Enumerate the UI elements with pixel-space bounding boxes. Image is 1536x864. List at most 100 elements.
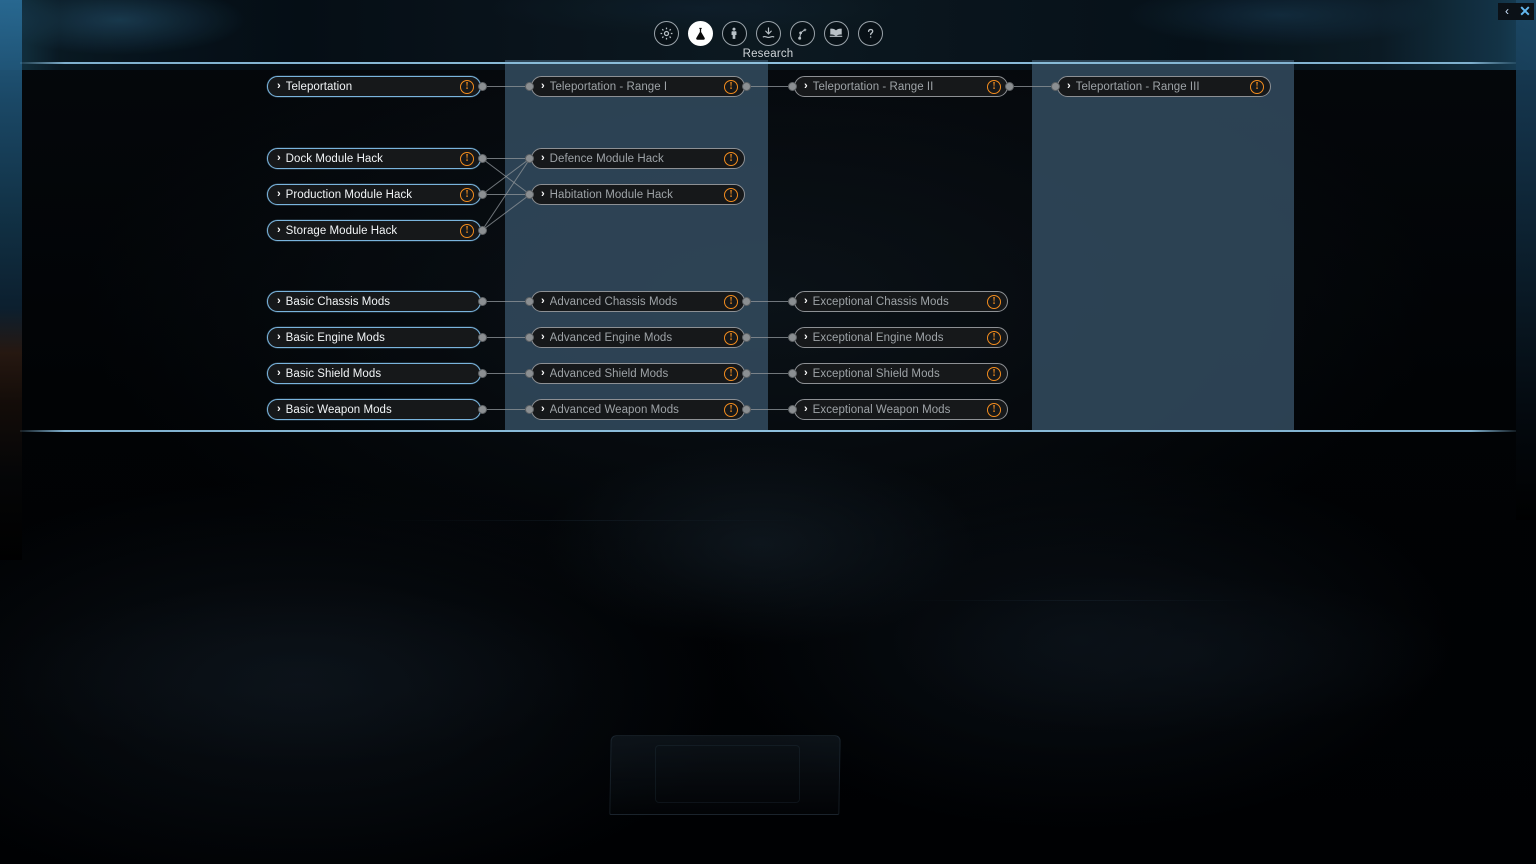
warning-icon[interactable]: ! — [987, 330, 1001, 345]
expand-chevron-icon[interactable]: › — [541, 368, 545, 379]
node-output-port — [478, 404, 487, 414]
warning-icon[interactable]: ! — [460, 79, 474, 94]
tech-node-exceptional-weapon-mods[interactable]: › Exceptional Weapon Mods! — [794, 399, 1008, 420]
expand-chevron-icon[interactable]: › — [1067, 81, 1071, 92]
node-input-port — [1051, 81, 1060, 91]
expand-chevron-icon[interactable]: › — [804, 368, 808, 379]
warning-icon[interactable]: ! — [1250, 79, 1264, 94]
flask-icon[interactable] — [687, 21, 713, 46]
expand-chevron-icon[interactable]: › — [277, 153, 281, 164]
tech-node-teleportation-range-ii[interactable]: › Teleportation - Range II! — [794, 76, 1008, 97]
book-icon[interactable] — [823, 21, 849, 46]
warning-icon[interactable]: ! — [724, 402, 738, 417]
tech-node-habitation-module-hack[interactable]: › Habitation Module Hack! — [531, 184, 745, 205]
research-tree: › Teleportation! › Dock Module Hack! › Produc… — [0, 60, 1536, 432]
warning-icon[interactable]: ! — [987, 366, 1001, 381]
tech-node-exceptional-shield-mods[interactable]: › Exceptional Shield Mods! — [794, 363, 1008, 384]
warning-icon[interactable]: ! — [460, 151, 474, 166]
node-input-port — [525, 81, 534, 91]
close-button[interactable]: ✕ — [1516, 2, 1534, 20]
warning-icon[interactable]: ! — [987, 294, 1001, 309]
expand-chevron-icon[interactable]: › — [277, 296, 281, 307]
warning-icon[interactable]: ! — [460, 223, 474, 238]
starmap-icon[interactable] — [789, 21, 815, 46]
tech-node-label: Basic Shield Mods — [285, 367, 382, 380]
expand-chevron-icon[interactable]: › — [277, 404, 281, 415]
expand-chevron-icon[interactable]: › — [804, 332, 808, 343]
tech-node-label: Advanced Shield Mods — [549, 367, 669, 380]
person-icon[interactable] — [721, 21, 747, 46]
warning-icon[interactable]: ! — [724, 294, 738, 309]
node-output-port — [478, 189, 487, 199]
expand-chevron-icon[interactable]: › — [277, 81, 281, 92]
node-input-port — [788, 81, 797, 91]
expand-chevron-icon[interactable]: › — [804, 296, 808, 307]
tech-node-advanced-engine-mods[interactable]: › Advanced Engine Mods! — [531, 327, 745, 348]
expand-chevron-icon[interactable]: › — [277, 225, 281, 236]
tech-node-teleportation-range-iii[interactable]: › Teleportation - Range III! — [1057, 76, 1271, 97]
minimize-button[interactable]: ‹ — [1498, 2, 1516, 20]
tech-node-exceptional-chassis-mods[interactable]: › Exceptional Chassis Mods! — [794, 291, 1008, 312]
tech-node-label: Dock Module Hack — [285, 152, 383, 165]
tech-node-dock-module-hack[interactable]: › Dock Module Hack! — [267, 148, 481, 169]
tech-node-label: Exceptional Engine Mods — [812, 331, 944, 344]
warning-icon[interactable]: ! — [724, 151, 738, 166]
node-input-port — [788, 332, 797, 342]
expand-chevron-icon[interactable]: › — [277, 368, 281, 379]
warning-icon[interactable]: ! — [987, 79, 1001, 94]
tech-node-label: Basic Weapon Mods — [285, 403, 392, 416]
expand-chevron-icon[interactable]: › — [541, 296, 545, 307]
tech-node-teleportation[interactable]: › Teleportation! — [267, 76, 481, 97]
tech-node-basic-chassis-mods[interactable]: › Basic Chassis Mods — [267, 291, 481, 312]
node-output-port — [478, 153, 487, 163]
tech-node-label: Teleportation - Range I — [549, 80, 668, 93]
node-input-port — [788, 404, 797, 414]
deploy-icon[interactable] — [755, 21, 781, 46]
background-ship-detail — [655, 745, 800, 803]
node-input-port — [525, 153, 534, 163]
expand-chevron-icon[interactable]: › — [277, 189, 281, 200]
warning-icon[interactable]: ! — [724, 330, 738, 345]
expand-chevron-icon[interactable]: › — [804, 404, 808, 415]
expand-chevron-icon[interactable]: › — [541, 81, 545, 92]
expand-chevron-icon[interactable]: › — [541, 189, 545, 200]
node-output-port — [478, 225, 487, 235]
tech-node-basic-shield-mods[interactable]: › Basic Shield Mods — [267, 363, 481, 384]
node-output-port — [742, 296, 751, 306]
background-streak — [380, 520, 800, 521]
tech-connection-lines — [481, 86, 1056, 410]
toolbar-icon-row — [0, 21, 1536, 46]
tech-node-advanced-shield-mods[interactable]: › Advanced Shield Mods! — [531, 363, 745, 384]
node-output-port — [478, 368, 487, 378]
tech-node-exceptional-engine-mods[interactable]: › Exceptional Engine Mods! — [794, 327, 1008, 348]
tech-node-label: Exceptional Weapon Mods — [812, 403, 951, 416]
expand-chevron-icon[interactable]: › — [541, 404, 545, 415]
warning-icon[interactable]: ! — [460, 187, 474, 202]
tech-node-basic-engine-mods[interactable]: › Basic Engine Mods — [267, 327, 481, 348]
help-icon[interactable] — [857, 21, 883, 46]
expand-chevron-icon[interactable]: › — [277, 332, 281, 343]
expand-chevron-icon[interactable]: › — [541, 153, 545, 164]
tech-node-production-module-hack[interactable]: › Production Module Hack! — [267, 184, 481, 205]
tech-node-label: Storage Module Hack — [285, 224, 398, 237]
tech-node-label: Teleportation - Range III — [1075, 80, 1200, 93]
expand-chevron-icon[interactable]: › — [541, 332, 545, 343]
gear-icon[interactable] — [653, 21, 679, 46]
tech-node-defence-module-hack[interactable]: › Defence Module Hack! — [531, 148, 745, 169]
toolbar-active-label: Research — [742, 48, 794, 60]
tech-node-advanced-weapon-mods[interactable]: › Advanced Weapon Mods! — [531, 399, 745, 420]
tech-node-storage-module-hack[interactable]: › Storage Module Hack! — [267, 220, 481, 241]
tech-node-teleportation-range-i[interactable]: › Teleportation - Range I! — [531, 76, 745, 97]
expand-chevron-icon[interactable]: › — [804, 81, 808, 92]
node-output-port — [478, 81, 487, 91]
tech-node-basic-weapon-mods[interactable]: › Basic Weapon Mods — [267, 399, 481, 420]
warning-icon[interactable]: ! — [724, 187, 738, 202]
node-input-port — [525, 332, 534, 342]
warning-icon[interactable]: ! — [724, 366, 738, 381]
tech-node-advanced-chassis-mods[interactable]: › Advanced Chassis Mods! — [531, 291, 745, 312]
warning-icon[interactable]: ! — [987, 402, 1001, 417]
tech-node-label: Basic Chassis Mods — [285, 295, 391, 308]
tech-node-label: Advanced Engine Mods — [549, 331, 673, 344]
node-input-port — [525, 296, 534, 306]
warning-icon[interactable]: ! — [724, 79, 738, 94]
